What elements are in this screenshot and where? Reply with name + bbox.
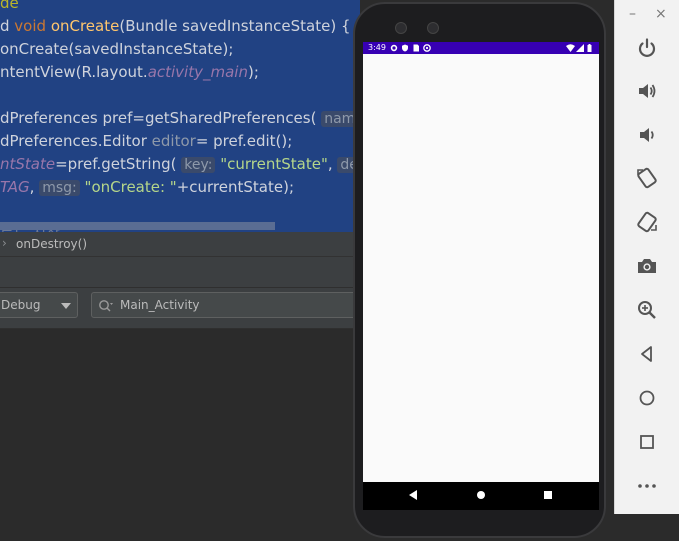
log-level-value: Debug	[1, 298, 41, 312]
home-icon	[639, 390, 655, 406]
rotate-right-icon	[637, 211, 657, 233]
code-token: onCreate(savedInstanceState);	[0, 40, 234, 58]
logcat-search-box[interactable]	[91, 292, 361, 318]
code-editor[interactable]: de d void onCreate(Bundle savedInstanceSt…	[0, 0, 360, 232]
code-token: "currentState"	[220, 155, 328, 173]
status-bar: 3:49	[363, 42, 599, 54]
code-token: (Bundle savedInstanceState) {	[119, 17, 351, 35]
logcat-output[interactable]	[0, 329, 360, 541]
close-button[interactable]: ×	[655, 6, 667, 22]
settings-icon	[390, 44, 398, 52]
code-line[interactable]: TAG, msg: "onCreate: "+currentState);	[0, 176, 294, 198]
screenshot-button[interactable]	[635, 254, 659, 278]
code-token: ,	[327, 155, 338, 173]
code-token: key:	[181, 157, 216, 173]
code-line[interactable]: onCreate(savedInstanceState);	[0, 38, 233, 60]
logcat-toolbar: Debug	[0, 288, 361, 329]
wifi-icon	[566, 44, 575, 52]
app-main-activity[interactable]	[363, 54, 599, 482]
volume-down-button[interactable]	[635, 123, 659, 147]
code-token: dPreferences.Editor	[0, 132, 152, 150]
code-token: de	[0, 0, 19, 12]
home-button[interactable]	[635, 386, 659, 410]
device-screen[interactable]: 3:49	[363, 42, 599, 510]
logcat-search-input[interactable]	[120, 295, 350, 315]
code-token: =pref.getString(	[55, 155, 182, 173]
code-line[interactable]: ntentView(R.layout.activity_main);	[0, 61, 259, 83]
front-camera-icon	[395, 22, 407, 34]
overview-button[interactable]	[635, 430, 659, 454]
editor-horizontal-scrollbar[interactable]	[0, 222, 275, 230]
code-line[interactable]: de	[0, 0, 19, 14]
code-token: activity_main	[147, 63, 248, 81]
code-token: ntentView(R.layout.	[0, 63, 148, 81]
more-button[interactable]	[635, 474, 659, 498]
zoom-button[interactable]	[635, 298, 659, 322]
code-token: msg:	[39, 180, 80, 196]
code-token: d	[0, 17, 15, 35]
rotate-left-icon	[637, 167, 657, 189]
code-line[interactable]: dPreferences pref=getSharedPreferences( …	[0, 107, 360, 129]
code-token: onCreate	[50, 17, 120, 35]
code-line[interactable]: ntState=pref.getString( key: "currentSta…	[0, 153, 360, 175]
code-token: ,	[29, 178, 40, 196]
logcat-header	[0, 257, 360, 288]
volume-down-icon	[640, 128, 654, 142]
volume-up-icon	[639, 84, 656, 98]
overview-icon	[640, 435, 654, 449]
front-sensor-icon	[427, 22, 439, 34]
code-token: editor	[151, 132, 196, 150]
rotate-left-button[interactable]	[635, 166, 659, 190]
sim-icon	[413, 44, 419, 52]
emulator-toolbar: – ×	[614, 0, 679, 514]
code-token: "onCreate: "	[84, 178, 177, 196]
nav-home-icon[interactable]	[475, 489, 487, 501]
code-token: +currentState);	[176, 178, 294, 196]
status-time: 3:49	[368, 43, 386, 52]
nav-overview-icon[interactable]	[542, 489, 554, 501]
code-token: TAG	[0, 178, 30, 196]
signal-icon	[576, 44, 584, 52]
log-level-select[interactable]: Debug	[0, 292, 78, 318]
code-token: dPreferences pref=getSharedPreferences(	[0, 109, 322, 127]
power-icon	[638, 38, 656, 57]
code-token: void	[14, 17, 51, 35]
minimize-button[interactable]: –	[629, 6, 636, 22]
code-line[interactable]: dPreferences.Editor editor= pref.edit();	[0, 130, 292, 152]
code-line[interactable]: d void onCreate(Bundle savedInstanceStat…	[0, 15, 351, 37]
battery-icon	[587, 44, 592, 52]
shield-icon	[402, 44, 408, 52]
code-token: = pref.edit();	[195, 132, 293, 150]
search-icon	[98, 298, 114, 317]
code-token: );	[247, 63, 259, 81]
power-button[interactable]	[635, 36, 659, 60]
system-navigation-bar	[363, 482, 599, 510]
ide-background-strip	[614, 514, 679, 541]
rotate-right-button[interactable]	[635, 210, 659, 234]
breadcrumb-item[interactable]: onDestroy()	[16, 237, 87, 251]
more-icon	[638, 484, 656, 488]
zoom-icon	[638, 301, 656, 319]
chevron-down-icon	[61, 303, 71, 309]
breadcrumb: › onDestroy()	[0, 232, 360, 257]
volume-up-button[interactable]	[635, 79, 659, 103]
camera-icon	[638, 259, 656, 273]
nav-back-icon[interactable]	[407, 489, 419, 501]
at-icon	[423, 44, 431, 52]
code-token: ntState	[0, 155, 56, 173]
chevron-right-icon: ›	[2, 236, 7, 250]
back-button[interactable]	[635, 342, 659, 366]
phone-side-button	[606, 190, 610, 250]
back-icon	[641, 346, 652, 362]
